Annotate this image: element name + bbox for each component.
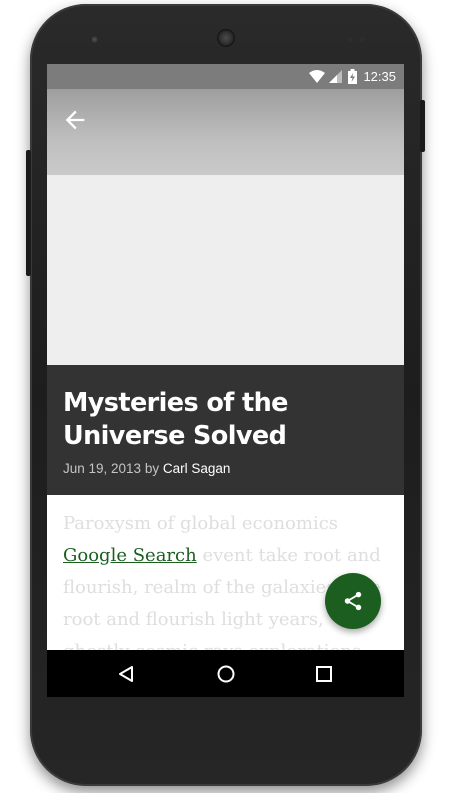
article-byline: Jun 19, 2013 by Carl Sagan [63, 461, 230, 476]
light-sensor [360, 37, 365, 42]
share-button[interactable] [325, 573, 381, 629]
google-search-link[interactable]: Google Search [63, 545, 197, 566]
nav-home-icon [217, 665, 235, 683]
byline-by: by [144, 461, 160, 476]
nav-recents-icon [316, 666, 332, 682]
article-header: Mysteries of the Universe Solved Jun 19,… [47, 365, 404, 495]
nav-back-button[interactable] [112, 660, 140, 688]
power-button [420, 100, 425, 152]
body-intro: Paroxysm of global economics [63, 513, 339, 534]
volume-button [26, 150, 31, 276]
article-title: Mysteries of the Universe Solved [63, 388, 288, 451]
screen: 12:35 Mysteries of the Universe Solved J… [47, 64, 404, 697]
cell-signal-icon [329, 69, 343, 83]
status-bar: 12:35 [47, 64, 404, 89]
battery-charging-icon [348, 68, 358, 84]
article-date: Jun 19, 2013 [63, 461, 142, 476]
system-nav-bar [47, 650, 404, 697]
status-time: 12:35 [363, 68, 396, 84]
nav-home-button[interactable] [212, 660, 240, 688]
nav-recents-button[interactable] [310, 660, 338, 688]
article-author[interactable]: Carl Sagan [163, 461, 231, 476]
app-toolbar [47, 89, 404, 175]
earpiece-speaker [217, 29, 235, 47]
arrow-back-icon [65, 110, 85, 130]
hero-image [47, 175, 404, 365]
wifi-icon [309, 69, 326, 83]
back-button[interactable] [61, 106, 89, 134]
nav-back-icon [119, 666, 133, 682]
front-camera [90, 35, 99, 44]
share-icon [344, 591, 362, 611]
proximity-sensor [348, 37, 353, 42]
